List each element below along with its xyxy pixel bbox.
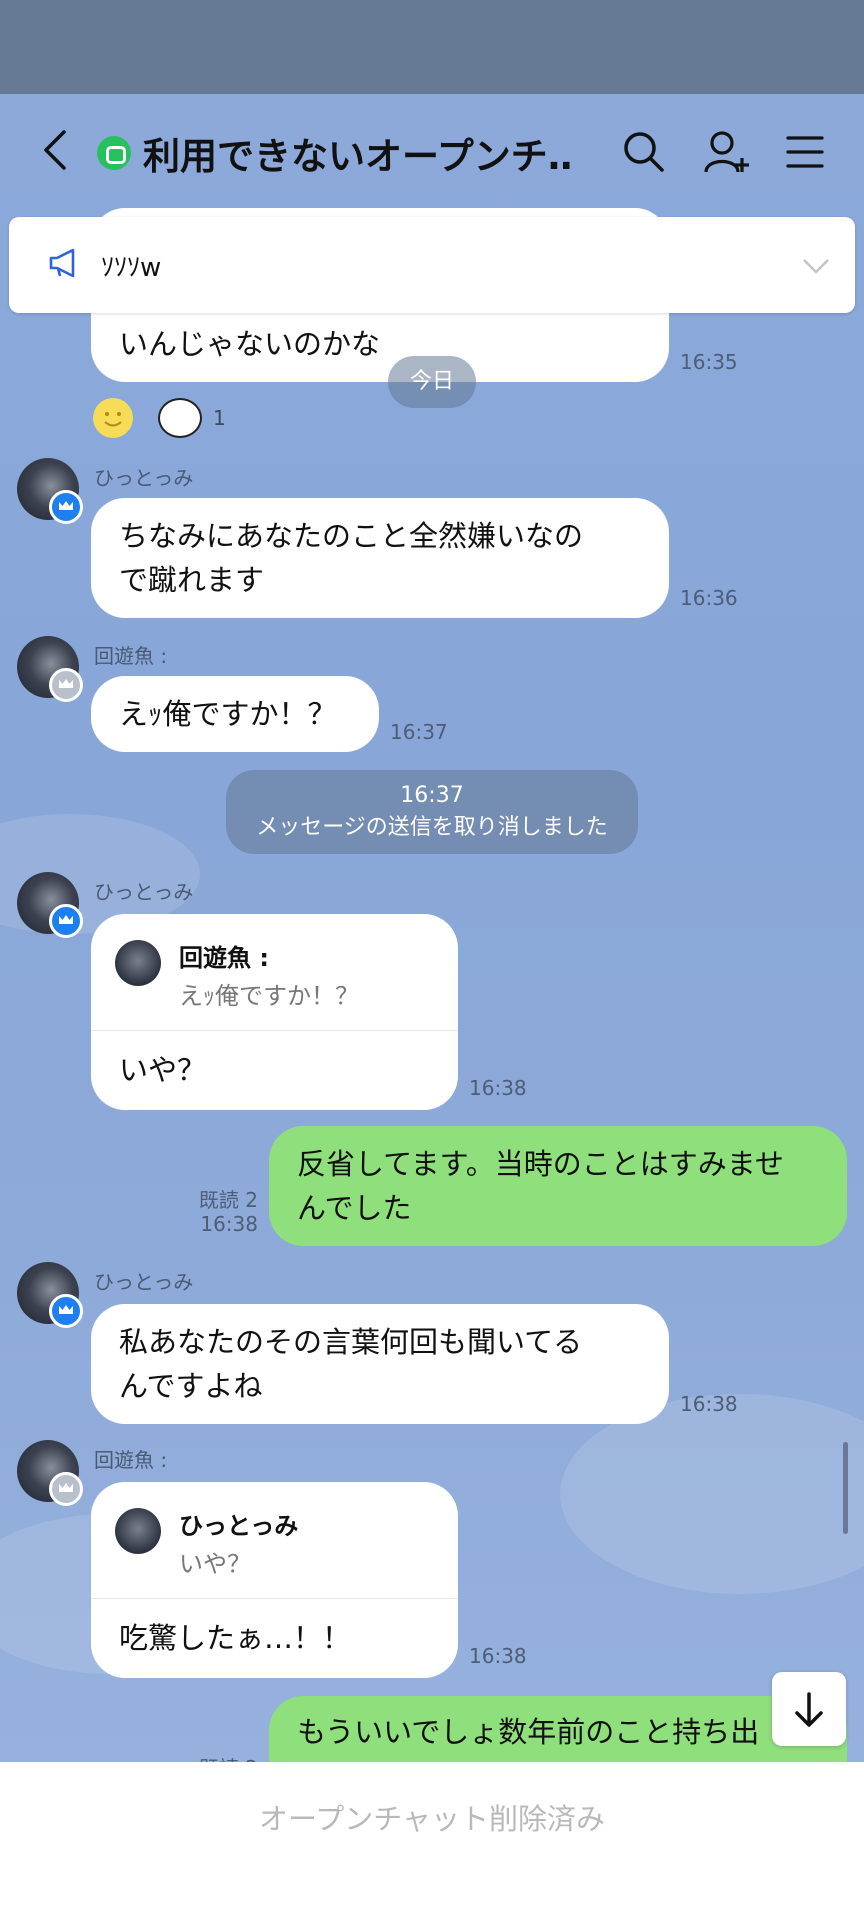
sender-name: ひっとっみ [94,880,194,904]
reply-avatar [115,940,161,986]
message-time: 16:38 [200,1212,258,1236]
message-line: 吃驚したぁ…！！ [119,1621,352,1655]
add-friend-icon[interactable] [702,128,750,176]
status-bar [0,0,864,94]
avatar[interactable] [17,636,83,702]
system-message-text: メッセージの送信を取り消しました [256,815,608,840]
message-line: んでした [297,1191,412,1225]
footer-bar: オープンチャット削除済み [0,1762,864,1920]
announcement-text: ｿｿｿw [101,253,162,283]
message-line: いや？ [119,1053,207,1087]
sender-name: ひっとっみ [94,466,194,490]
sender-name: 回遊魚 : [94,1448,168,1472]
message-time: 16:38 [680,1392,738,1416]
cloud-decoration [560,1394,864,1594]
reply-quoted-text: いや？ [179,1550,251,1578]
openchat-badge-icon [97,136,131,170]
own-message-bubble[interactable]: もういいでしょ数年前のこと持ち出 [269,1696,847,1762]
sender-name: 回遊魚 : [94,644,168,668]
message-bubble[interactable]: 私あなたのその言葉何回も聞いてる んですよね [91,1304,669,1424]
admin-crown-icon [49,904,83,938]
message-time: 16:38 [469,1644,527,1668]
sender-name: ひっとっみ [94,1270,194,1294]
announcement-bar[interactable]: ｿｿｿw [9,217,855,313]
reply-avatar [115,1508,161,1554]
read-receipt: 既読 2 [198,1188,258,1212]
reply-quoted-text: えｯ俺ですか！？ [179,982,359,1010]
message-time: 16:37 [390,720,448,744]
message-line: んですよね [119,1369,263,1403]
member-crown-icon [49,668,83,702]
date-badge: 今日 [388,356,476,408]
message-text: いんじゃないのかな [119,327,381,361]
chevron-left-icon[interactable] [36,128,76,172]
menu-icon[interactable] [782,128,830,176]
admin-crown-icon [49,1294,83,1328]
reply-message-bubble[interactable]: ひっとっみ いや？ 吃驚したぁ…！！ [91,1482,458,1678]
search-icon[interactable] [620,128,668,176]
avatar[interactable] [17,1262,83,1328]
message-bubble[interactable]: えｯ俺ですか！？ [91,676,379,752]
smile-reaction-icon[interactable] [93,398,133,438]
message-time: 16:35 [680,350,738,374]
scrollbar[interactable] [843,1442,848,1534]
avatar[interactable] [17,872,83,938]
deleted-notice: オープンチャット削除済み [259,1802,605,1836]
message-line: で蹴れます [119,563,265,597]
read-receipt: 既読 2 [180,1752,258,1762]
avatar[interactable] [17,458,83,524]
reply-message-bubble[interactable]: 回遊魚 : えｯ俺ですか！？ いや？ [91,914,458,1110]
message-line: 反省してます。当時のことはすみませ [297,1147,784,1181]
megaphone-icon [49,248,75,278]
chevron-down-icon[interactable] [801,251,831,281]
avatar[interactable] [17,1440,83,1506]
thumbs-up-reaction-icon[interactable] [158,398,202,438]
message-time: 16:38 [469,1076,527,1100]
scroll-to-bottom-button[interactable] [772,1672,846,1746]
message-time: 16:36 [680,586,738,610]
message-line: ちなみにあなたのこと全然嫌いなの [119,519,584,553]
admin-crown-icon [49,490,83,524]
message-bubble[interactable]: ちなみにあなたのこと全然嫌いなの で蹴れます [91,498,669,618]
reply-divider [91,1030,458,1031]
message-line: えｯ俺ですか！？ [119,697,337,731]
system-message-time: 16:37 [400,783,464,808]
arrow-down-icon [795,1692,823,1727]
reaction-count: 1 [213,406,226,430]
reply-divider [91,1598,458,1599]
member-crown-icon [49,1472,83,1506]
chat-title[interactable]: 利用できないオープンチ… [143,126,573,180]
message-line: 私あなたのその言葉何回も聞いてる [119,1325,583,1359]
system-message: 16:37 メッセージの送信を取り消しました [226,770,638,854]
message-line: もういいでしょ数年前のこと持ち出 [297,1715,760,1749]
own-message-bubble[interactable]: 反省してます。当時のことはすみませ んでした [269,1126,847,1246]
